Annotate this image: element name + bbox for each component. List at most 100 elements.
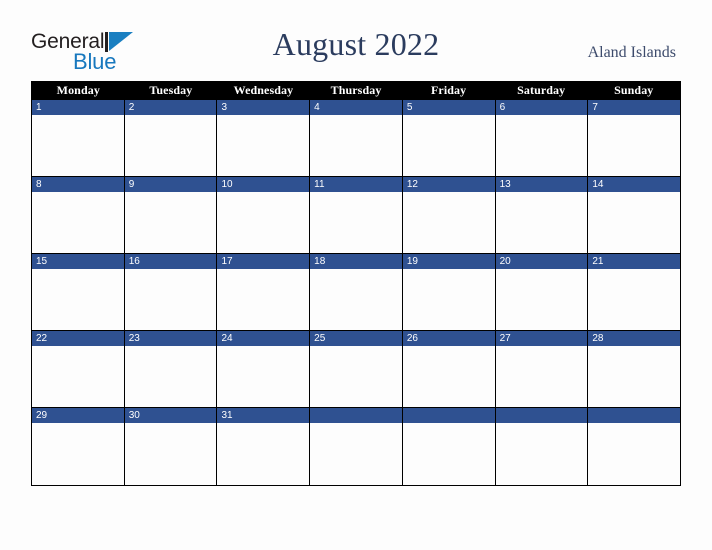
day-note-area[interactable] [310,269,402,330]
day-note-area[interactable] [402,346,495,407]
day-note-area[interactable] [217,115,310,176]
day-note-area[interactable] [495,192,588,253]
day-cell[interactable]: 24 [217,331,311,408]
day-note-area[interactable] [32,269,124,330]
day-number [495,408,588,423]
day-number: 13 [495,177,588,192]
day-number: 12 [402,177,495,192]
day-cell[interactable]: 25 [310,331,403,408]
day-note-area[interactable] [124,115,217,176]
day-number: 2 [124,100,217,115]
day-cell[interactable]: 11 [310,177,403,254]
day-cell[interactable]: 27 [495,331,589,408]
day-note-area[interactable] [32,423,124,485]
day-note-area[interactable] [310,115,402,176]
dow-thursday: Thursday [330,83,382,97]
day-number: 17 [217,254,310,269]
page-header: General Blue August 2022 Aland Islands [0,0,712,80]
day-cell[interactable]: 15 [32,254,125,331]
day-cell[interactable] [588,408,681,485]
day-note-area[interactable] [124,192,217,253]
day-note-area[interactable] [588,346,681,407]
day-note-area[interactable] [495,346,588,407]
day-number: 7 [588,100,681,115]
day-number: 4 [310,100,402,115]
day-cell[interactable]: 21 [588,254,681,331]
dow-friday: Friday [430,83,467,97]
day-note-area[interactable] [310,346,402,407]
day-cell[interactable]: 3 [217,100,311,177]
day-number [402,408,495,423]
dow-tuesday: Tuesday [149,83,193,97]
day-number [588,408,681,423]
day-number: 29 [32,408,124,423]
day-note-area[interactable] [588,269,681,330]
day-cell[interactable]: 22 [32,331,125,408]
day-cell[interactable]: 23 [124,331,218,408]
day-note-area[interactable] [217,192,310,253]
day-note-area[interactable] [588,192,681,253]
week-row: 22 23 24 25 26 27 28 [32,331,681,408]
day-note-area[interactable] [217,423,310,485]
day-note-area[interactable] [588,115,681,176]
day-note-area[interactable] [588,423,681,485]
day-note-area[interactable] [124,269,217,330]
day-cell[interactable]: 8 [32,177,125,254]
day-note-area[interactable] [495,269,588,330]
day-number: 19 [402,254,495,269]
day-number: 31 [217,408,310,423]
day-cell[interactable]: 12 [402,177,496,254]
day-cell[interactable]: 1 [32,100,125,177]
day-cell[interactable]: 26 [402,331,496,408]
day-note-area[interactable] [495,423,588,485]
day-note-area[interactable] [402,115,495,176]
day-note-area[interactable] [32,115,124,176]
day-cell[interactable] [495,408,589,485]
day-note-area[interactable] [310,423,402,485]
day-cell[interactable]: 17 [217,254,311,331]
week-row: 1 2 3 4 5 6 7 [32,100,681,177]
day-cell[interactable]: 30 [124,408,218,485]
day-cell[interactable]: 7 [588,100,681,177]
day-note-area[interactable] [402,192,495,253]
day-cell[interactable]: 13 [495,177,589,254]
day-cell[interactable] [310,408,403,485]
day-of-week-header-row: Monday Tuesday Wednesday Thursday Friday… [32,81,680,100]
day-number: 25 [310,331,402,346]
day-note-area[interactable] [495,115,588,176]
calendar-grid: Monday Tuesday Wednesday Thursday Friday… [31,81,681,486]
day-cell[interactable]: 14 [588,177,681,254]
day-cell[interactable]: 5 [402,100,496,177]
day-number: 8 [32,177,124,192]
day-number: 22 [32,331,124,346]
day-number: 30 [124,408,217,423]
day-cell[interactable]: 20 [495,254,589,331]
day-cell[interactable]: 18 [310,254,403,331]
day-note-area[interactable] [310,192,402,253]
day-cell[interactable]: 2 [124,100,218,177]
week-row: 8 9 10 11 12 13 14 [32,177,681,254]
day-note-area[interactable] [217,346,310,407]
day-note-area[interactable] [402,423,495,485]
day-cell[interactable]: 6 [495,100,589,177]
day-cell[interactable]: 19 [402,254,496,331]
day-cell[interactable]: 9 [124,177,218,254]
day-number: 18 [310,254,402,269]
day-cell[interactable]: 28 [588,331,681,408]
day-cell[interactable]: 4 [310,100,403,177]
day-number: 24 [217,331,310,346]
day-note-area[interactable] [32,192,124,253]
day-cell[interactable]: 16 [124,254,218,331]
region-label: Aland Islands [587,44,676,61]
day-note-area[interactable] [124,346,217,407]
day-number: 6 [495,100,588,115]
day-cell[interactable]: 29 [32,408,125,485]
day-cell[interactable] [402,408,496,485]
day-note-area[interactable] [32,346,124,407]
day-number: 3 [217,100,310,115]
day-cell[interactable]: 10 [217,177,311,254]
day-cell[interactable]: 31 [217,408,311,485]
day-note-area[interactable] [402,269,495,330]
day-note-area[interactable] [217,269,310,330]
day-note-area[interactable] [124,423,217,485]
